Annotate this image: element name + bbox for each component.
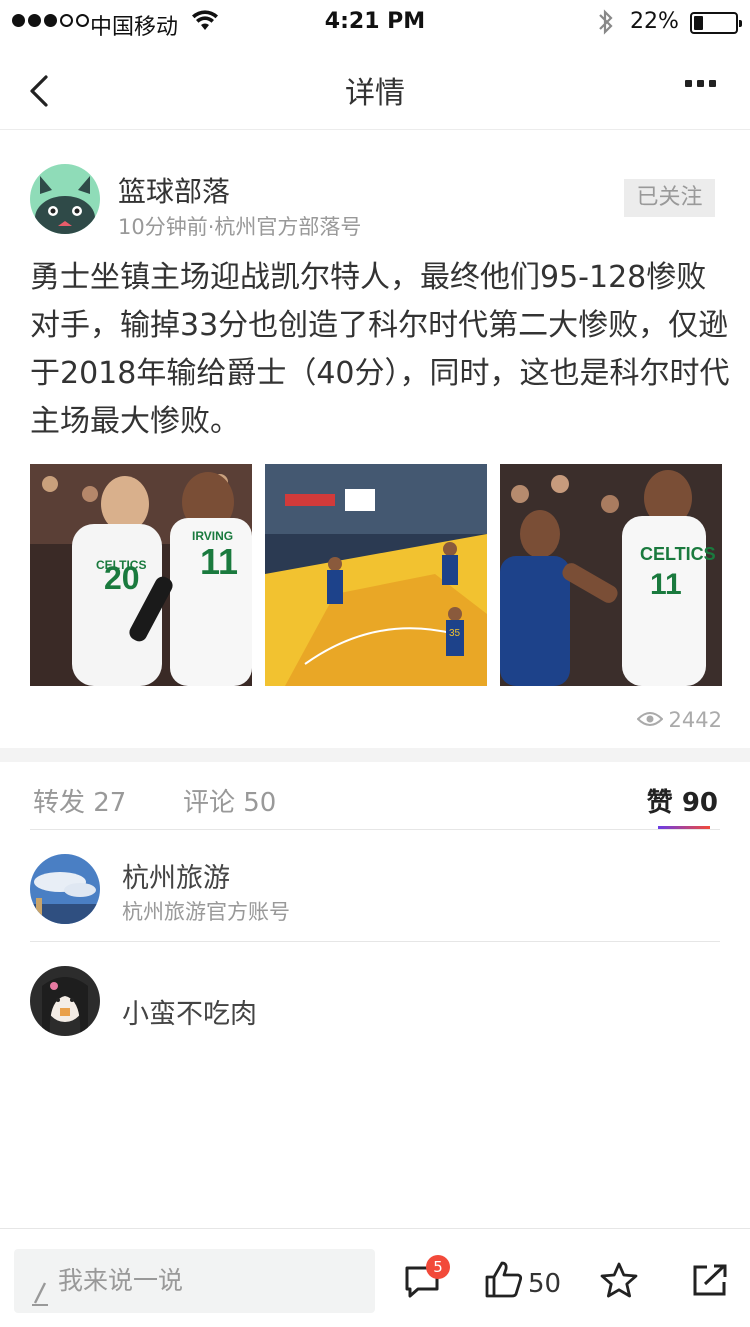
post-images: 20 CELTICS 11 IRVING 35 CELTICS 11 xyxy=(30,464,722,686)
status-bar: 中国移动 4:21 PM 22% xyxy=(0,0,750,46)
jersey-number: 11 xyxy=(650,568,682,601)
comment-placeholder: 我来说一说 xyxy=(58,1266,184,1295)
active-tab-indicator xyxy=(658,826,710,829)
jersey-number: 11 xyxy=(200,541,238,582)
follow-button[interactable]: 已关注 xyxy=(624,179,715,217)
thumbs-up-icon[interactable] xyxy=(484,1259,524,1303)
comment-badge: 5 xyxy=(426,1255,450,1279)
bluetooth-icon xyxy=(596,8,616,42)
post-image-2[interactable]: 35 xyxy=(265,464,487,686)
battery-level xyxy=(694,16,703,30)
tab-like[interactable]: 赞 90 xyxy=(647,782,718,819)
avatar[interactable] xyxy=(30,966,100,1036)
list-item[interactable]: 小蛮不吃肉 xyxy=(30,942,720,1054)
like-count: 50 xyxy=(528,1269,562,1299)
tab-comment[interactable]: 评论 50 xyxy=(183,782,276,819)
jersey-team: CELTICS xyxy=(96,558,146,572)
battery-icon xyxy=(690,12,742,34)
more-options-icon[interactable] xyxy=(685,80,716,87)
liker-name[interactable]: 杭州旅游 xyxy=(122,856,230,895)
jersey-name: IRVING xyxy=(192,529,233,543)
author-avatar[interactable] xyxy=(30,164,100,234)
list-item[interactable]: 杭州旅游 杭州旅游官方账号 xyxy=(30,830,720,942)
share-icon[interactable] xyxy=(692,1263,728,1301)
star-icon[interactable] xyxy=(600,1262,638,1302)
liker-subtitle: 杭州旅游官方账号 xyxy=(122,900,290,924)
avatar[interactable] xyxy=(30,854,100,924)
section-divider xyxy=(0,748,750,762)
nav-bar: 详情 xyxy=(0,46,750,130)
post-meta: 10分钟前·杭州官方部落号 xyxy=(118,215,362,239)
bottom-action-bar: 我来说一说 5 50 xyxy=(0,1228,750,1327)
pencil-icon xyxy=(30,1267,50,1327)
liker-name[interactable]: 小蛮不吃肉 xyxy=(122,992,257,1031)
interaction-tabs: 转发 27 评论 50 赞 90 xyxy=(30,762,720,830)
author-name[interactable]: 篮球部落 xyxy=(118,170,230,210)
view-count: 2442 xyxy=(636,708,722,732)
eye-icon xyxy=(636,708,663,732)
page-title: 详情 xyxy=(345,76,405,111)
jersey-team: CELTICS xyxy=(640,544,716,564)
comment-input[interactable]: 我来说一说 xyxy=(14,1249,375,1313)
tab-repost[interactable]: 转发 27 xyxy=(33,782,126,819)
post-content: 勇士坐镇主场迎战凯尔特人，最终他们95-128惨败对手，输掉33分也创造了科尔时… xyxy=(30,260,730,439)
post-image-1[interactable]: 20 CELTICS 11 IRVING xyxy=(30,464,252,686)
jersey-number: 35 xyxy=(449,628,461,639)
battery-percent: 22% xyxy=(630,9,679,34)
post-image-3[interactable]: CELTICS 11 xyxy=(500,464,722,686)
view-count-value: 2442 xyxy=(668,708,722,732)
